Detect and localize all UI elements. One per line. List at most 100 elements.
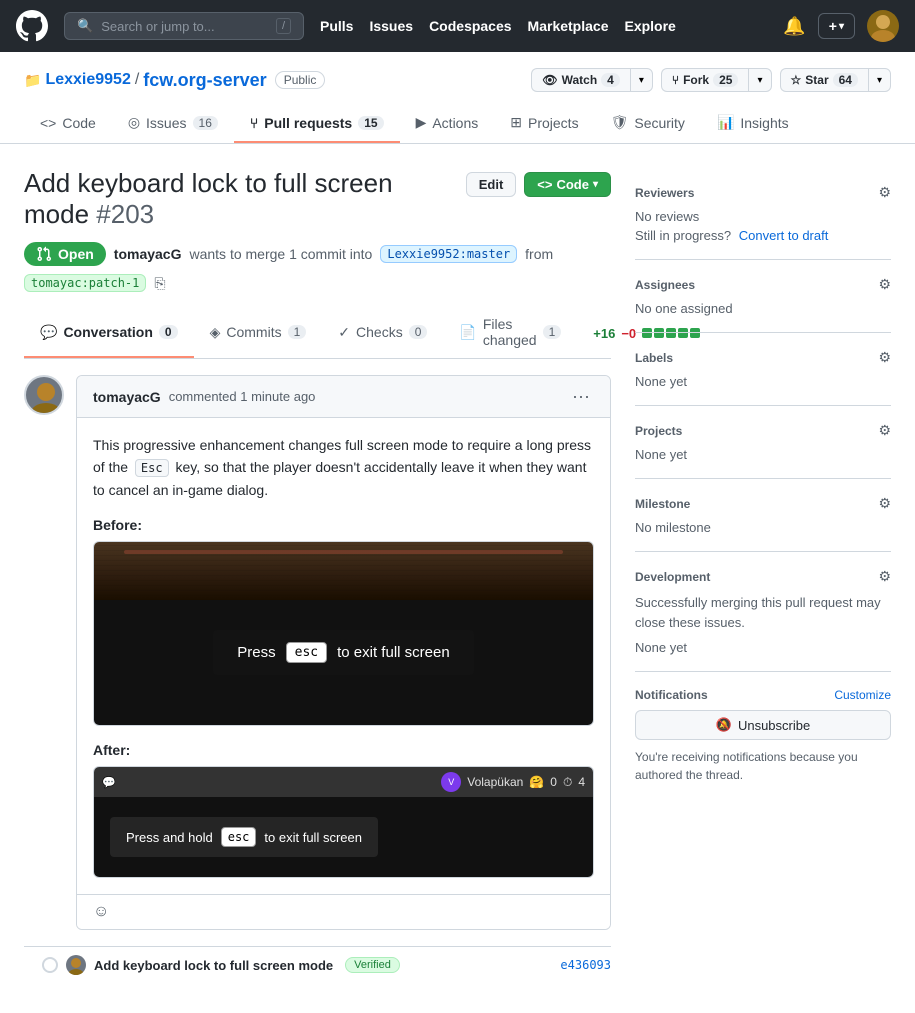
user-avatar[interactable] [867,10,899,42]
pr-icon: ⑂ [250,115,258,131]
fork-icon: ⑂ [672,73,679,87]
nav-explore[interactable]: Explore [624,18,675,34]
code-btn-chevron: ▾ [593,179,598,190]
create-plus-button[interactable]: + ▾ [818,13,855,39]
no-labels: None yet [635,374,891,389]
fork-button[interactable]: ⑂ Fork 25 [661,68,749,92]
search-box[interactable]: 🔍 Search or jump to... / [64,12,304,40]
diff-add: +16 [593,326,615,341]
labels-gear[interactable]: ⚙ [878,349,891,366]
reviewers-gear[interactable]: ⚙ [878,184,891,201]
dev-text: Successfully merging this pull request m… [635,593,891,632]
tab-projects[interactable]: ⊞ Projects [494,104,594,143]
code-button[interactable]: <> Code ▾ [524,172,611,197]
projects-gear[interactable]: ⚙ [878,422,891,439]
sidebar-labels: Labels ⚙ None yet [635,333,891,406]
commit-dot-icon [42,957,58,973]
pr-author: tomayacG [114,246,182,262]
no-assignees: No one assigned [635,301,891,316]
issues-icon: ◎ [128,114,140,131]
notifications-bell[interactable]: 🔔 [783,16,805,37]
insights-icon: 📊 [717,114,734,131]
tab-code[interactable]: <> Code [24,104,112,143]
nav-issues[interactable]: Issues [369,18,413,34]
nav-pulls[interactable]: Pulls [320,18,353,34]
nav-marketplace[interactable]: Marketplace [528,18,609,34]
edit-button[interactable]: Edit [466,172,517,197]
files-icon: 📄 [459,324,476,341]
checks-count: 0 [409,325,428,339]
nav-codespaces[interactable]: Codespaces [429,18,511,34]
milestone-gear[interactable]: ⚙ [878,495,891,512]
verified-badge: Verified [345,957,400,973]
commit-hash[interactable]: e436093 [560,958,611,972]
base-branch-tag[interactable]: Lexxie9952:master [380,245,517,263]
sidebar-assignees: Assignees ⚙ No one assigned [635,260,891,333]
fork-dropdown[interactable]: ▾ [748,68,771,92]
tab-insights[interactable]: 📊 Insights [701,104,805,143]
head-branch-tag[interactable]: tomayac:patch-1 [24,274,146,292]
repo-name-link[interactable]: fcw.org-server [143,70,266,91]
projects-icon: ⊞ [510,114,522,131]
notifications-note: You're receiving notifications because y… [635,748,891,784]
watch-button-group: 👁 Watch 4 ▾ [531,68,653,92]
assignees-gear[interactable]: ⚙ [878,276,891,293]
pr-tab-files-changed[interactable]: 📄 Files changed 1 [443,308,577,358]
after-esc-dialog: Press and hold esc to exit full screen [110,817,378,857]
no-reviews: No reviews [635,209,891,224]
nav-right: 🔔 + ▾ [783,10,899,42]
pr-tab-commits[interactable]: ◈ Commits 1 [194,308,323,358]
esc-key-badge: Esc [135,459,169,477]
breadcrumb-slash: / [135,71,139,89]
star-dropdown[interactable]: ▾ [868,68,891,92]
watch-button[interactable]: 👁 Watch 4 [531,68,629,92]
breadcrumb: 📁 Lexxie9952 / fcw.org-server Public [24,70,325,91]
pr-tab-checks[interactable]: ✓ Checks 0 [322,308,443,358]
customize-link[interactable]: Customize [834,688,891,702]
after-label: After: [93,742,594,758]
development-gear[interactable]: ⚙ [878,568,891,585]
search-shortcut: / [276,18,291,34]
convert-to-draft-link[interactable]: Convert to draft [739,228,829,243]
pr-title: Add keyboard lock to full screen mode #2… [24,168,450,230]
sidebar-projects: Projects ⚙ None yet [635,406,891,479]
github-logo-icon[interactable] [16,10,48,42]
main-content: Add keyboard lock to full screen mode #2… [0,144,915,1007]
comment-content: tomayacG commented 1 minute ago ··· This… [76,375,611,930]
open-badge: Open [24,242,106,266]
emoji-reaction-button[interactable]: ☺ [93,903,109,921]
sidebar-milestone: Milestone ⚙ No milestone [635,479,891,552]
star-button[interactable]: ☆ Star 64 [780,68,868,92]
after-screenshot: 💬 V Volapükan 🤗 0 ⏱ 4 [93,766,594,878]
pr-main: Add keyboard lock to full screen mode #2… [24,168,611,983]
fork-count: 25 [713,73,738,87]
repo-action-buttons: 👁 Watch 4 ▾ ⑂ Fork 25 ▾ ☆ Star [531,68,891,92]
tab-actions[interactable]: ▶ Actions [400,104,495,143]
conversation-icon: 💬 [40,324,57,341]
copy-branch-button[interactable]: ⎘ [154,275,165,292]
pr-tab-conversation[interactable]: 💬 Conversation 0 [24,308,194,358]
issues-count: 16 [193,116,218,130]
tab-security[interactable]: 🛡 Security [595,104,701,143]
unsubscribe-button[interactable]: 🔕 Unsubscribe [635,710,891,740]
repo-tabs: <> Code ◎ Issues 16 ⑂ Pull requests 15 ▶… [24,104,891,143]
pr-number: #203 [96,199,154,229]
no-milestone: No milestone [635,520,891,535]
commits-icon: ◈ [210,324,221,341]
tab-pull-requests[interactable]: ⑂ Pull requests 15 [234,104,400,143]
top-nav-links: Pulls Issues Codespaces Marketplace Expl… [320,18,676,34]
files-count: 1 [543,325,562,339]
pr-status-line: Open tomayacG wants to merge 1 commit in… [24,242,611,292]
notifications-label: Notifications [635,688,708,702]
labels-label: Labels [635,351,673,365]
pr-tabs: 💬 Conversation 0 ◈ Commits 1 ✓ Checks 0 … [24,308,611,359]
tab-issues[interactable]: ◎ Issues 16 [112,104,234,143]
repo-header: 📁 Lexxie9952 / fcw.org-server Public 👁 W… [0,52,915,144]
comment-time: commented 1 minute ago [169,389,316,404]
bell-slash-icon: 🔕 [716,717,732,733]
repo-owner-link[interactable]: Lexxie9952 [45,71,130,89]
comment-menu-button[interactable]: ··· [568,386,594,407]
checks-icon: ✓ [338,324,350,341]
before-screenshot: Press esc to exit full screen [93,541,594,726]
watch-dropdown[interactable]: ▾ [630,68,653,92]
